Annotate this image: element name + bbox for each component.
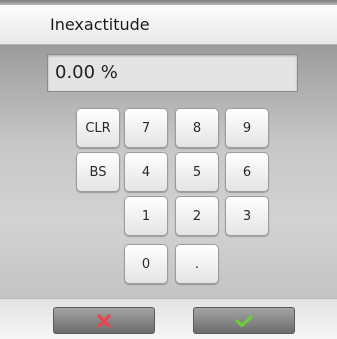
keypad-panel: 0.00 % CLR 7 8 9 BS 4 5 6 1 2 3 0 . [0, 45, 337, 298]
digit-8-key[interactable]: 8 [175, 108, 219, 148]
digit-1-key[interactable]: 1 [124, 196, 168, 236]
value-display[interactable]: 0.00 % [47, 54, 298, 92]
digit-7-key[interactable]: 7 [124, 108, 168, 148]
digit-9-key[interactable]: 9 [225, 108, 269, 148]
dialog-title: Inexactitude [50, 15, 150, 34]
cancel-x-icon [97, 313, 111, 328]
backspace-key[interactable]: BS [76, 152, 120, 192]
decimal-point-key[interactable]: . [175, 244, 219, 284]
digit-5-key[interactable]: 5 [175, 152, 219, 192]
digit-6-key[interactable]: 6 [225, 152, 269, 192]
cancel-button[interactable] [53, 307, 155, 334]
digit-0-key[interactable]: 0 [124, 244, 168, 284]
dialog-header: Inexactitude [0, 5, 337, 45]
confirm-button[interactable] [193, 307, 295, 334]
digit-2-key[interactable]: 2 [175, 196, 219, 236]
confirm-check-icon [235, 314, 253, 327]
digit-4-key[interactable]: 4 [124, 152, 168, 192]
dialog-footer [0, 298, 337, 339]
digit-3-key[interactable]: 3 [225, 196, 269, 236]
clear-key[interactable]: CLR [76, 108, 120, 148]
